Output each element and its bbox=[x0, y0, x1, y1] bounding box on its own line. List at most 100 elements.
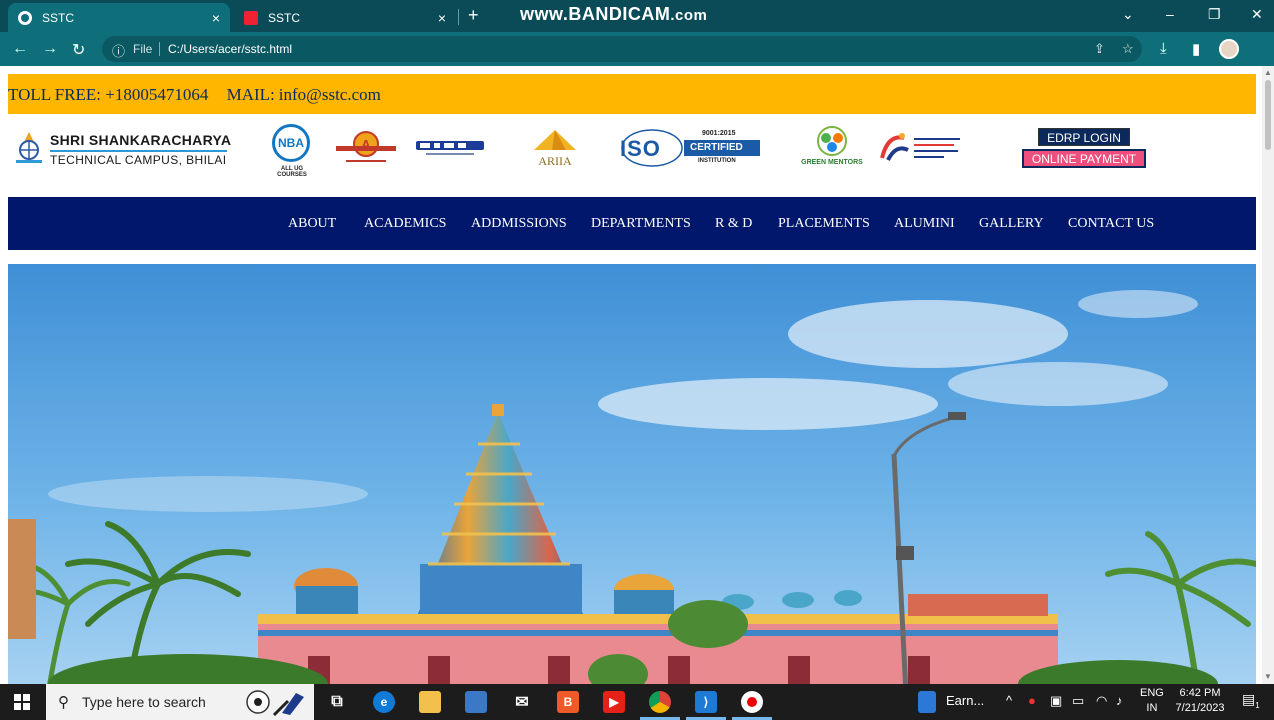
side-panel-icon[interactable]: ▮ bbox=[1192, 40, 1200, 58]
minimize-button[interactable]: – bbox=[1166, 6, 1174, 22]
ariia-logo: ARIIA bbox=[526, 128, 584, 168]
bandicam-record-icon[interactable] bbox=[741, 691, 763, 713]
search-highlight-icon bbox=[246, 690, 304, 717]
iso-logo: ISO 9001:2015 CERTIFIED INSTITUTION bbox=[618, 128, 762, 168]
nav-departments[interactable]: DEPARTMENTS bbox=[591, 216, 691, 232]
iso-text: ISO bbox=[620, 136, 661, 161]
green-mentors-emblem-icon bbox=[817, 126, 847, 156]
college-emblem-icon bbox=[16, 132, 42, 163]
nav-admissions[interactable]: ADDMISSIONS bbox=[471, 216, 567, 232]
iso-certified: CERTIFIED bbox=[690, 142, 743, 153]
nav-research[interactable]: R & D bbox=[715, 216, 752, 232]
wifi-icon[interactable]: ◠ bbox=[1096, 693, 1107, 709]
toll-free-text: TOLL FREE: +18005471064 bbox=[8, 85, 209, 104]
edge-browser-icon[interactable]: e bbox=[373, 691, 395, 713]
page-scrollbar[interactable]: ▲ ▼ bbox=[1262, 66, 1274, 684]
iso-institution: INSTITUTION bbox=[698, 158, 736, 164]
scroll-thumb[interactable] bbox=[1265, 80, 1271, 150]
lang-line1: ENG bbox=[1140, 687, 1164, 699]
nirf-logo-icon bbox=[416, 141, 484, 155]
close-tab-icon[interactable]: × bbox=[438, 10, 446, 26]
notification-count: 1 bbox=[1255, 700, 1260, 710]
back-button[interactable]: ← bbox=[12, 40, 28, 58]
pinned-app-label[interactable]: Earn... bbox=[946, 693, 984, 708]
reload-button[interactable]: ↻ bbox=[72, 40, 85, 60]
nav-gallery[interactable]: GALLERY bbox=[979, 216, 1044, 232]
chrome-icon[interactable] bbox=[649, 691, 671, 713]
site-info-icon[interactable]: ⓘ bbox=[112, 41, 125, 60]
profile-avatar[interactable] bbox=[1219, 39, 1239, 59]
tab-divider bbox=[458, 9, 459, 25]
task-view-icon[interactable]: ⧉ bbox=[326, 691, 348, 713]
taskbar-clock[interactable]: 6:42 PM 7/21/2023 bbox=[1168, 686, 1232, 716]
ariia-emblem-icon bbox=[534, 130, 576, 150]
nav-placements[interactable]: PLACEMENTS bbox=[778, 216, 870, 232]
omnibox[interactable]: ⓘ File C:/Users/acer/sstc.html ⇪ ☆ bbox=[102, 36, 1142, 62]
url-text[interactable]: C:/Users/acer/sstc.html bbox=[168, 42, 292, 56]
document-icon[interactable] bbox=[918, 691, 936, 713]
online-payment-button[interactable]: ONLINE PAYMENT bbox=[1022, 149, 1146, 168]
tab-sstc-active[interactable]: SSTC × bbox=[8, 3, 230, 32]
search-icon: ⚲ bbox=[58, 694, 69, 711]
bandicam-watermark: www.BANDICAM.com bbox=[520, 4, 707, 25]
nba-logo: NBA ALL UG COURSES bbox=[266, 124, 318, 178]
battery-icon[interactable]: ▭ bbox=[1072, 693, 1084, 709]
nba-text: NBA bbox=[272, 124, 310, 162]
omnibox-divider bbox=[159, 42, 160, 56]
nav-alumni[interactable]: ALUMINI bbox=[894, 216, 955, 232]
tab-search-icon[interactable]: ⌄ bbox=[1122, 6, 1134, 23]
windows-start-icon[interactable] bbox=[14, 694, 30, 710]
watermark-main: www.BANDICAM bbox=[520, 4, 671, 24]
innovation-council-logo-icon bbox=[880, 133, 960, 161]
iso-year: 9001:2015 bbox=[702, 130, 736, 137]
taskbar-search-box[interactable]: ⚲ Type here to search bbox=[46, 684, 314, 720]
volume-icon[interactable]: ♪ bbox=[1116, 693, 1123, 708]
close-window-button[interactable]: ✕ bbox=[1251, 6, 1263, 23]
bookmark-star-icon[interactable]: ☆ bbox=[1122, 41, 1134, 57]
tab-sstc-second[interactable]: SSTC × bbox=[234, 3, 456, 32]
close-tab-icon[interactable]: × bbox=[212, 10, 220, 26]
language-indicator[interactable]: ENG IN bbox=[1140, 686, 1164, 716]
file-explorer-icon[interactable] bbox=[419, 691, 441, 713]
download-icon[interactable]: ⤓ bbox=[1160, 40, 1167, 57]
share-icon[interactable]: ⇪ bbox=[1094, 41, 1105, 57]
hero-banner-image bbox=[8, 264, 1256, 684]
recording-tray-icon[interactable]: ● bbox=[1028, 693, 1036, 708]
nav-contact-us[interactable]: CONTACT US bbox=[1068, 216, 1154, 232]
meet-now-icon[interactable]: ▣ bbox=[1050, 693, 1062, 709]
site-favicon-icon bbox=[244, 10, 258, 25]
search-placeholder: Type here to search bbox=[82, 694, 206, 710]
naac-logo-icon: A bbox=[336, 131, 396, 162]
show-hidden-icons[interactable]: ^ bbox=[1006, 693, 1012, 708]
main-navigation: ABOUT ACADEMICS ADDMISSIONS DEPARTMENTS … bbox=[8, 197, 1256, 250]
nav-about[interactable]: ABOUT bbox=[288, 216, 336, 232]
edrp-login-button[interactable]: EDRP LOGIN bbox=[1038, 128, 1130, 146]
microsoft-store-icon[interactable] bbox=[465, 691, 487, 713]
vscode-icon[interactable]: ⟩ bbox=[695, 691, 717, 713]
green-mentors-logo: GREEN MENTORS bbox=[792, 126, 872, 170]
address-bar-row: ← → ↻ ⓘ File C:/Users/acer/sstc.html ⇪ ☆… bbox=[0, 32, 1274, 66]
lang-line2: IN bbox=[1146, 702, 1158, 714]
scroll-down-icon[interactable]: ▼ bbox=[1264, 672, 1272, 681]
college-subtitle: TECHNICAL CAMPUS, BHILAI bbox=[50, 150, 227, 167]
tab-title: SSTC bbox=[268, 10, 301, 25]
brave-browser-icon[interactable]: B bbox=[557, 691, 579, 713]
restore-button[interactable]: ❐ bbox=[1208, 6, 1221, 23]
clock-date: 7/21/2023 bbox=[1175, 702, 1225, 714]
mail-address[interactable]: info@sstc.com bbox=[279, 85, 381, 104]
college-name: SHRI SHANKARACHARYA bbox=[50, 132, 232, 148]
forward-button[interactable]: → bbox=[42, 40, 58, 58]
college-brand[interactable]: SHRI SHANKARACHARYA TECHNICAL CAMPUS, BH… bbox=[12, 128, 252, 168]
windows-taskbar: ⚲ Type here to search ⧉ e ✉ B ▶ ⟩ Earn..… bbox=[0, 684, 1274, 720]
youtube-icon[interactable]: ▶ bbox=[603, 691, 625, 713]
new-tab-button[interactable]: + bbox=[468, 5, 479, 26]
clock-time: 6:42 PM bbox=[1179, 687, 1221, 699]
page-viewport: TOLL FREE: +18005471064 MAIL: info@sstc.c… bbox=[0, 66, 1262, 684]
tab-title: SSTC bbox=[42, 10, 75, 25]
scheme-label: File bbox=[133, 42, 153, 56]
watermark-suffix: .com bbox=[670, 7, 708, 24]
scroll-up-icon[interactable]: ▲ bbox=[1264, 68, 1272, 77]
notification-icon[interactable]: ▤1 bbox=[1242, 691, 1260, 710]
mail-icon[interactable]: ✉ bbox=[511, 691, 533, 713]
nav-academics[interactable]: ACADEMICS bbox=[364, 216, 446, 232]
